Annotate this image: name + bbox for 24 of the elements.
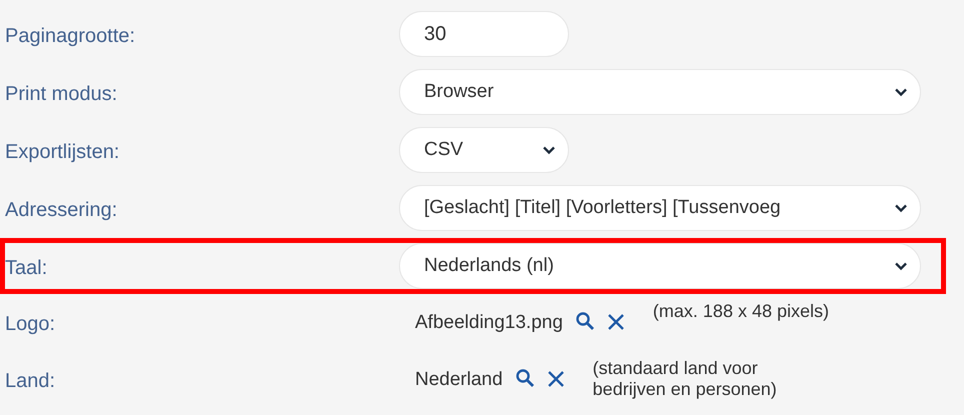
dropdown[interactable]: Nederlands (nl) bbox=[399, 243, 921, 289]
search-icon[interactable] bbox=[514, 368, 535, 388]
field-label: Taal: bbox=[5, 256, 48, 281]
field-label: Print modus: bbox=[5, 82, 118, 107]
dropdown-value: Nederlands (nl) bbox=[424, 254, 555, 278]
file-value: Afbeelding13.png bbox=[415, 311, 563, 335]
field-label: Paginagrootte: bbox=[5, 24, 136, 49]
dropdown-value: [Geslacht] [Titel] [Voorletters] [Tussenvoeg bbox=[424, 196, 782, 220]
field-label: Exportlijsten: bbox=[5, 140, 120, 165]
dropdown[interactable]: CSV bbox=[399, 127, 569, 173]
hint-text: (max. 188 x 48 pixels) bbox=[652, 301, 830, 322]
hint-text: (standaard land voor bedrijven en personen) bbox=[592, 358, 778, 400]
file-value: Nederland bbox=[415, 368, 503, 392]
close-icon[interactable] bbox=[546, 370, 565, 388]
field-label: Land: bbox=[5, 369, 56, 394]
dropdown-value: CSV bbox=[424, 138, 464, 162]
close-icon[interactable] bbox=[606, 313, 625, 331]
search-icon[interactable] bbox=[574, 311, 595, 331]
text-field[interactable]: 30 bbox=[399, 11, 569, 57]
dropdown-value: Browser bbox=[424, 80, 495, 104]
field-label: Logo: bbox=[5, 312, 56, 337]
dropdown[interactable]: [Geslacht] [Titel] [Voorletters] [Tussenvoeg bbox=[399, 185, 921, 231]
dropdown[interactable]: Browser bbox=[399, 69, 921, 115]
field-label: Adressering: bbox=[5, 198, 118, 223]
